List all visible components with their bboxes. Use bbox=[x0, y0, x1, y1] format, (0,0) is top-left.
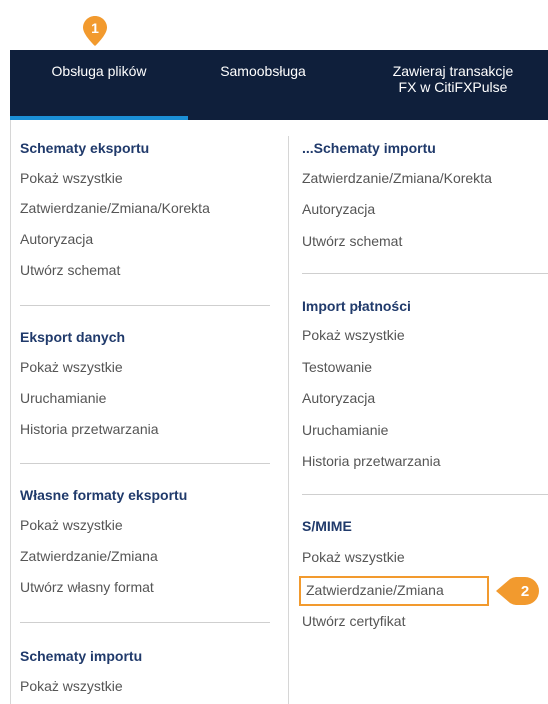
menu-item-payment-import-show-all[interactable]: Pokaż wszystkie bbox=[302, 327, 405, 343]
nav-tab-label-line2: FX w CitiFXPulse bbox=[398, 79, 508, 95]
top-navigation-bar: Obsługa plików Samoobsługa Zawieraj tran… bbox=[10, 50, 548, 120]
nav-tab-label: Samoobsługa bbox=[220, 63, 306, 79]
step-2-callout-icon: 2 bbox=[496, 577, 539, 605]
step-1-number: 1 bbox=[91, 20, 99, 36]
step-2-number: 2 bbox=[521, 583, 529, 600]
menu-item-custom-format-show-all[interactable]: Pokaż wszystkie bbox=[20, 517, 123, 533]
menu-item-payment-import-testing[interactable]: Testowanie bbox=[302, 359, 372, 375]
menu-item-smime-approve-edit[interactable]: Zatwierdzanie/Zmiana bbox=[306, 582, 444, 598]
section-heading-import-schemes: Schematy importu bbox=[20, 648, 143, 664]
step-1-callout-icon: 1 bbox=[83, 16, 107, 46]
menu-item-smime-create-certificate[interactable]: Utwórz certyfikat bbox=[302, 613, 405, 629]
menu-item-smime-show-all[interactable]: Pokaż wszystkie bbox=[302, 549, 405, 565]
menu-item-payment-import-history[interactable]: Historia przetwarzania bbox=[302, 453, 441, 469]
menu-item-import-scheme-show-all[interactable]: Pokaż wszystkie bbox=[20, 678, 123, 694]
column-divider bbox=[288, 136, 289, 704]
section-heading-payment-import: Import płatności bbox=[302, 298, 411, 314]
section-heading-smime: S/MIME bbox=[302, 518, 352, 534]
section-divider bbox=[302, 273, 548, 274]
section-heading-custom-export-formats: Własne formaty eksportu bbox=[20, 487, 188, 503]
section-heading-data-export: Eksport danych bbox=[20, 329, 126, 345]
menu-item-export-show-all[interactable]: Pokaż wszystkie bbox=[20, 170, 123, 186]
menu-item-export-authorization[interactable]: Autoryzacja bbox=[20, 231, 93, 247]
menu-item-payment-import-authorization[interactable]: Autoryzacja bbox=[302, 390, 375, 406]
section-divider bbox=[302, 494, 548, 495]
nav-tab-label-line1: Zawieraj transakcje bbox=[392, 63, 514, 79]
menu-item-data-export-history[interactable]: Historia przetwarzania bbox=[20, 421, 159, 437]
menu-item-import-scheme-approve-edit-correct[interactable]: Zatwierdzanie/Zmiana/Korekta bbox=[302, 170, 492, 186]
nav-tab-fx-citifxpulse[interactable]: Zawieraj transakcje FX w CitiFXPulse bbox=[338, 50, 548, 120]
menu-item-data-export-run[interactable]: Uruchamianie bbox=[20, 390, 106, 406]
menu-item-custom-format-create[interactable]: Utwórz własny format bbox=[20, 579, 154, 595]
menu-item-data-export-show-all[interactable]: Pokaż wszystkie bbox=[20, 359, 123, 375]
menu-item-export-approve-edit-correct[interactable]: Zatwierdzanie/Zmiana/Korekta bbox=[20, 200, 210, 216]
menu-item-import-scheme-create[interactable]: Utwórz schemat bbox=[302, 233, 402, 249]
menu-item-import-scheme-authorization[interactable]: Autoryzacja bbox=[302, 201, 375, 217]
section-divider bbox=[20, 305, 270, 306]
section-heading-import-schemes-continued: ...Schematy importu bbox=[302, 140, 436, 156]
nav-tab-file-handling[interactable]: Obsługa plików bbox=[10, 50, 188, 120]
section-heading-export-schemes: Schematy eksportu bbox=[20, 140, 150, 156]
section-divider bbox=[20, 622, 270, 623]
menu-item-custom-format-approve-edit[interactable]: Zatwierdzanie/Zmiana bbox=[20, 548, 158, 564]
section-divider bbox=[20, 463, 270, 464]
nav-tab-label: Zawieraj transakcje FX w CitiFXPulse bbox=[393, 63, 514, 95]
menu-item-payment-import-run[interactable]: Uruchamianie bbox=[302, 422, 388, 438]
menu-item-export-create-scheme[interactable]: Utwórz schemat bbox=[20, 262, 120, 278]
nav-tab-self-service[interactable]: Samoobsługa bbox=[188, 50, 338, 120]
nav-tab-label: Obsługa plików bbox=[51, 63, 147, 79]
